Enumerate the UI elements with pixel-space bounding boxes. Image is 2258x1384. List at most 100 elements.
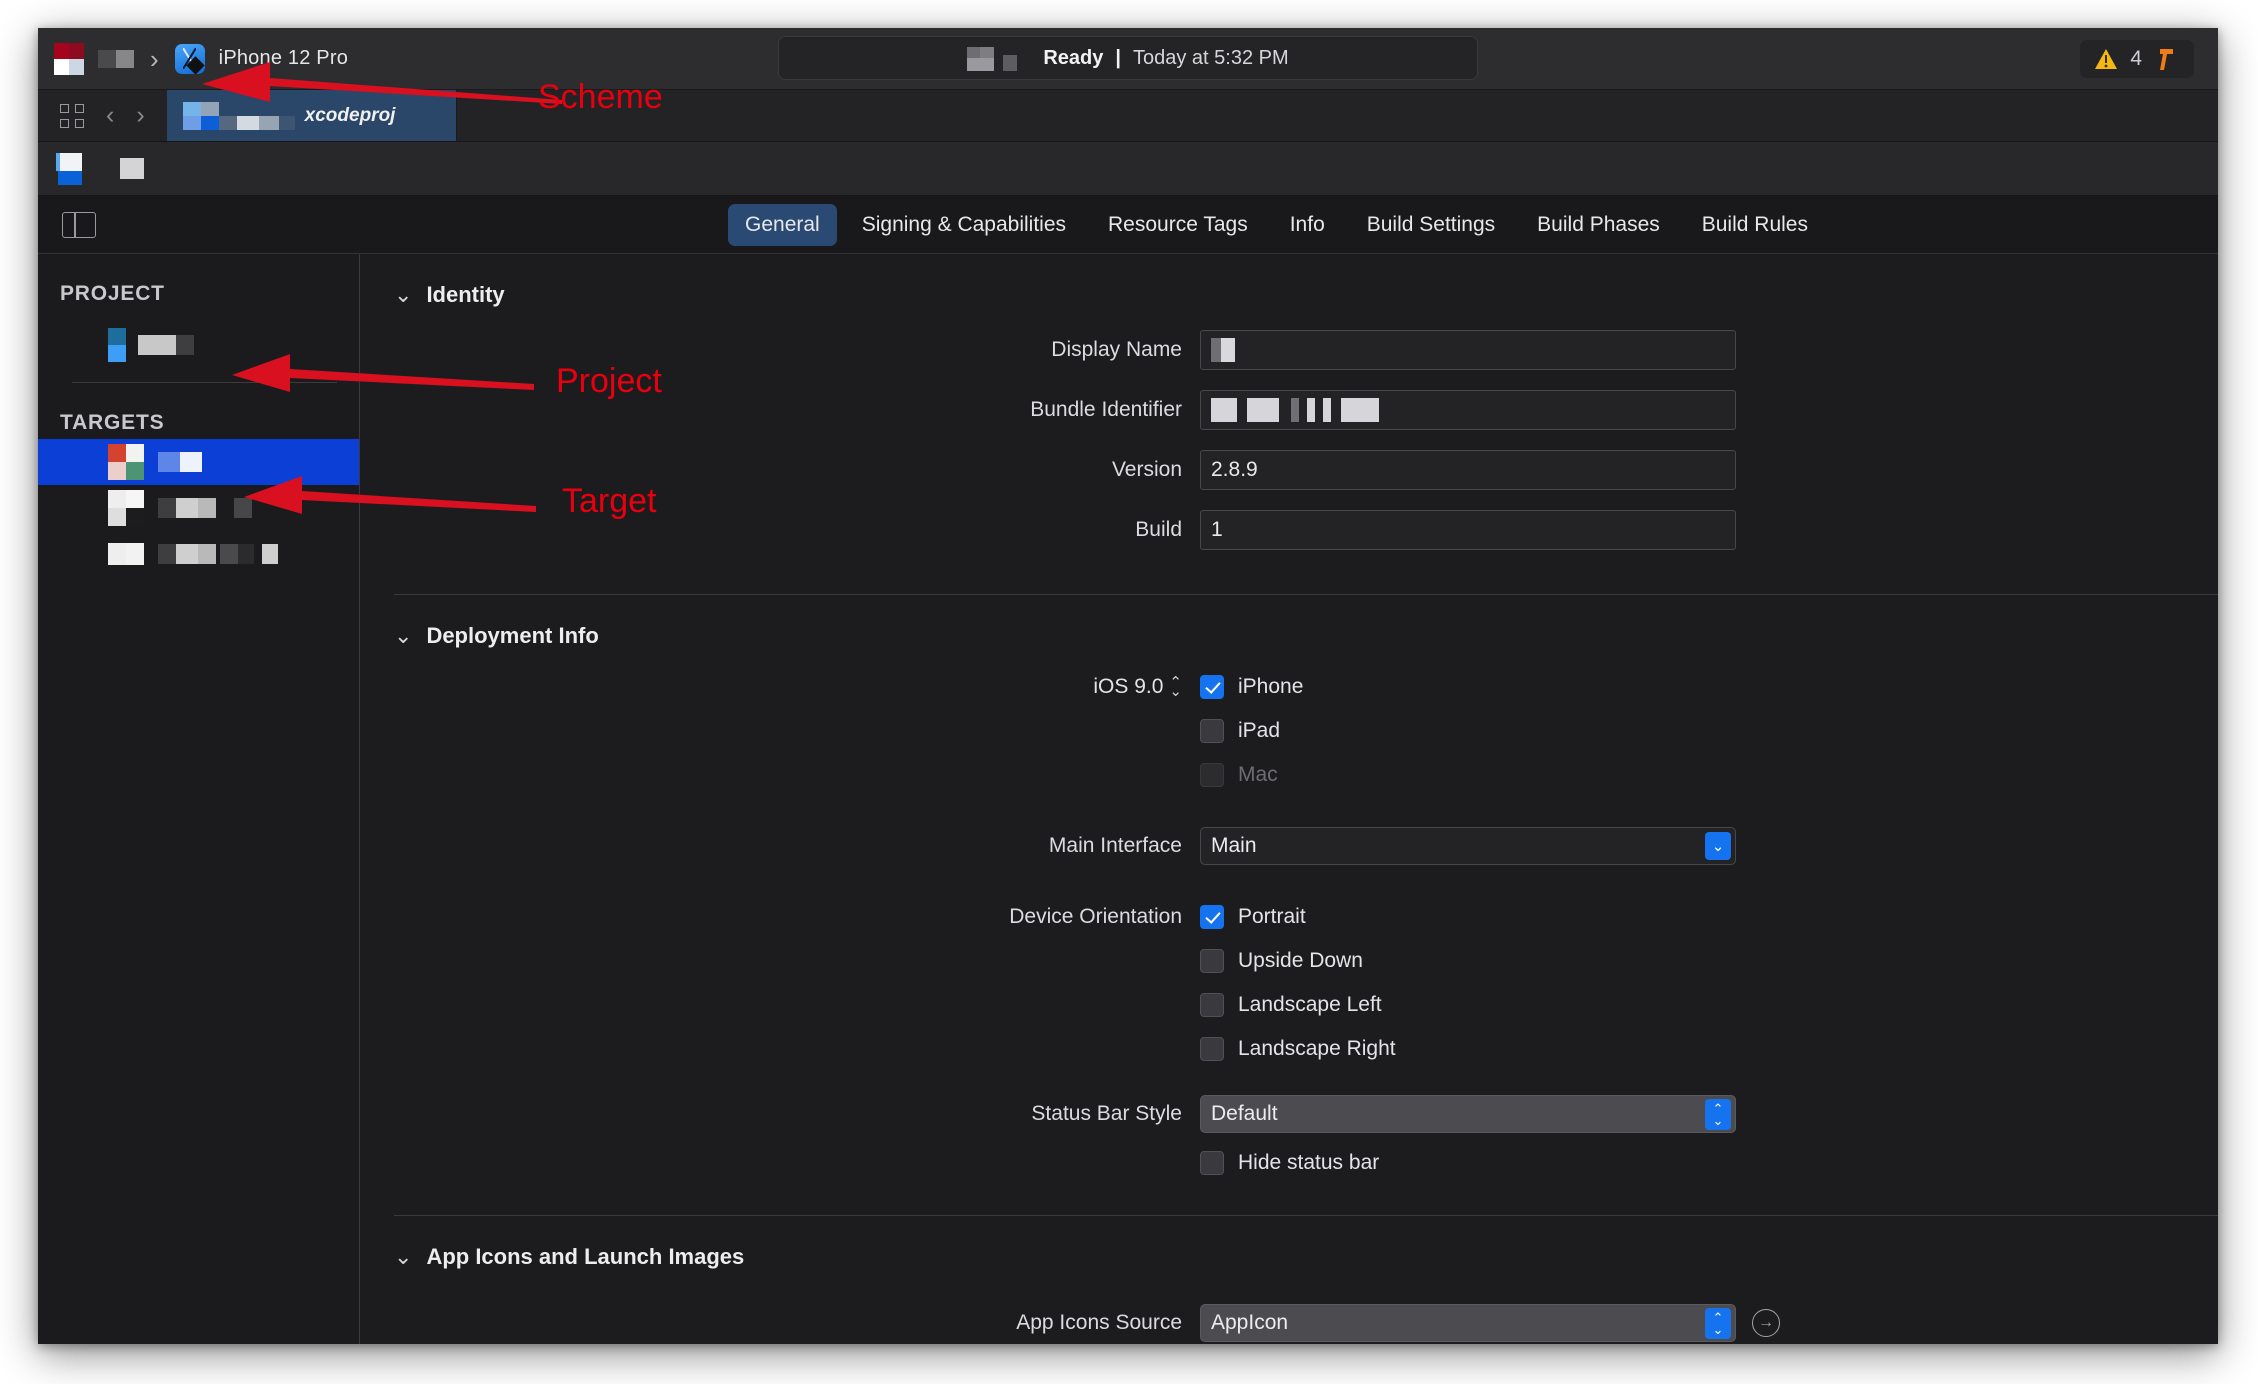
tab-overview-icon[interactable] <box>60 103 84 128</box>
tab-info[interactable]: Info <box>1273 204 1342 246</box>
status-bar[interactable]: Ready | Today at 5:32 PM <box>778 36 1478 80</box>
editor-split: PROJECT TARGETS ⌄ Identity Display Name … <box>38 254 2218 1344</box>
tab-general[interactable]: General <box>728 203 837 246</box>
deployment-target-stepper[interactable]: iOS 9.0 ⌃ ⌄ <box>1093 674 1182 699</box>
tab-signing-capabilities[interactable]: Signing & Capabilities <box>845 204 1083 246</box>
version-input[interactable]: 2.8.9 <box>1200 450 1736 490</box>
jump-bar-segment[interactable] <box>120 158 144 179</box>
deployment-info-section-header[interactable]: ⌄ Deployment Info <box>360 595 2218 649</box>
forward-chevron-icon[interactable]: › <box>136 103 144 128</box>
annotation-label-project: Project <box>556 362 662 400</box>
upside-down-label: Upside Down <box>1238 949 1363 972</box>
orientation-upside-down-row[interactable]: Upside Down <box>1200 949 1363 973</box>
landscape-left-checkbox[interactable] <box>1200 993 1224 1017</box>
device-iphone-row[interactable]: iPhone <box>1200 675 1303 699</box>
warning-triangle-icon[interactable] <box>2094 48 2118 70</box>
ipad-checkbox[interactable] <box>1200 719 1224 743</box>
bundle-identifier-value-redacted <box>1211 398 1411 422</box>
annotation-arrow-scheme <box>202 62 562 104</box>
deployment-disclosure-icon[interactable]: ⌄ <box>394 625 412 647</box>
app-icons-source-popup[interactable]: AppIcon ⌃ ⌄ <box>1200 1304 1736 1342</box>
deployment-target-stepper-wrap: iOS 9.0 ⌃ ⌄ <box>360 674 1200 699</box>
screenshot-root: › iPhone 12 Pro Ready | Today at 5:32 PM… <box>0 0 2258 1384</box>
general-pane: ⌄ Identity Display Name Bundle Identifie <box>360 254 2218 1344</box>
app-icons-disclosure-icon[interactable]: ⌄ <box>394 1246 412 1268</box>
app-icons-chevron-up-down-icon[interactable]: ⌃ ⌄ <box>1705 1308 1731 1339</box>
identity-title: Identity <box>426 282 505 307</box>
hide-status-bar-checkbox[interactable] <box>1200 1151 1224 1175</box>
target-3-name-redacted <box>158 544 278 564</box>
tab-resource-tags[interactable]: Resource Tags <box>1091 204 1265 246</box>
sidebar-toggle-icon[interactable] <box>62 211 96 238</box>
bundle-identifier-input[interactable] <box>1200 390 1736 430</box>
tab-bar-controls: ‹ › <box>38 90 167 141</box>
xcode-window: › iPhone 12 Pro Ready | Today at 5:32 PM… <box>38 28 2218 1344</box>
landscape-left-label: Landscape Left <box>1238 993 1382 1016</box>
jump-bar <box>38 142 2218 196</box>
app-icons-section-header[interactable]: ⌄ App Icons and Launch Images <box>360 1216 2218 1270</box>
field-row-orientation-portrait: Device Orientation Portrait <box>360 905 2218 929</box>
project-name-redacted <box>138 335 194 355</box>
main-interface-label: Main Interface <box>1048 834 1182 857</box>
orientation-landscape-right-row[interactable]: Landscape Right <box>1200 1037 1396 1061</box>
annotation-arrow-target <box>244 476 536 514</box>
project-editor-tabs: General Signing & Capabilities Resource … <box>728 203 1825 246</box>
run-button-icon[interactable] <box>54 42 84 75</box>
hide-status-bar-label: Hide status bar <box>1238 1151 1380 1174</box>
status-separator: | <box>1115 46 1121 69</box>
main-interface-popup[interactable]: Main ⌄ <box>1200 827 1736 865</box>
status-bar-style-popup[interactable]: Default ⌃ ⌄ <box>1200 1095 1736 1133</box>
annotation-arrow-project <box>232 354 534 392</box>
breadcrumb-separator: › <box>150 43 159 74</box>
deployment-target-value: iOS 9.0 <box>1093 675 1164 698</box>
chevron-up-down-icon[interactable]: ⌃ ⌄ <box>1705 1099 1731 1130</box>
back-chevron-icon[interactable]: ‹ <box>106 103 114 128</box>
annotation-label-target: Target <box>562 482 657 520</box>
field-row-orientation-landscape-left: Landscape Left <box>360 993 2218 1017</box>
identity-disclosure-icon[interactable]: ⌄ <box>394 284 412 306</box>
build-label: Build <box>1135 518 1182 541</box>
app-icons-source-label: App Icons Source <box>1016 1311 1182 1334</box>
portrait-checkbox[interactable] <box>1200 905 1224 929</box>
display-name-input[interactable] <box>1200 330 1736 370</box>
chevron-down-icon[interactable]: ⌄ <box>1705 832 1731 860</box>
device-mac-row: Mac <box>1200 763 1278 787</box>
project-section-header: PROJECT <box>60 282 165 305</box>
jump-bar-file-icon[interactable] <box>56 152 82 185</box>
hammer-icon[interactable] <box>2154 46 2180 72</box>
field-row-orientation-upside-down: Upside Down <box>360 949 2218 973</box>
field-row-hide-status-bar: Hide status bar <box>360 1151 2218 1175</box>
tab-build-phases[interactable]: Build Phases <box>1520 204 1677 246</box>
deployment-info-title: Deployment Info <box>426 623 599 648</box>
field-row-status-bar-style: Status Bar Style Default ⌃ ⌄ <box>360 1095 2218 1133</box>
orientation-portrait-row[interactable]: Portrait <box>1200 905 1306 929</box>
arrow-right-circle-icon[interactable]: → <box>1752 1309 1780 1337</box>
target-3-icon <box>108 543 144 565</box>
hide-status-bar-row[interactable]: Hide status bar <box>1200 1151 1379 1175</box>
bundle-identifier-label: Bundle Identifier <box>1030 398 1182 421</box>
sidebar-item-target-3[interactable] <box>38 531 359 577</box>
editor-tab-label: xcodeproj <box>304 104 396 126</box>
portrait-label: Portrait <box>1238 905 1306 928</box>
orientation-landscape-left-row[interactable]: Landscape Left <box>1200 993 1382 1017</box>
issues-group: 4 <box>2080 40 2194 78</box>
landscape-right-checkbox[interactable] <box>1200 1037 1224 1061</box>
build-input[interactable]: 1 <box>1200 510 1736 550</box>
mac-label: Mac <box>1238 763 1278 786</box>
device-ipad-row[interactable]: iPad <box>1200 719 1280 743</box>
tab-build-settings[interactable]: Build Settings <box>1350 204 1512 246</box>
field-row-device-mac: Mac <box>360 763 2218 787</box>
target-app-icon <box>108 444 144 480</box>
iphone-checkbox[interactable] <box>1200 675 1224 699</box>
field-row-deployment-target: iOS 9.0 ⌃ ⌄ iPhone <box>360 674 2218 699</box>
main-interface-value: Main <box>1211 834 1257 857</box>
stepper-arrows-icon[interactable]: ⌃ ⌄ <box>1169 674 1182 699</box>
deployment-fields: iOS 9.0 ⌃ ⌄ iPhone iPad Mac Main Interfa… <box>360 674 2218 1175</box>
tab-build-rules[interactable]: Build Rules <box>1685 204 1825 246</box>
stop-button-icon[interactable] <box>98 49 134 68</box>
status-bar-style-label: Status Bar Style <box>1031 1102 1182 1125</box>
field-row-main-interface: Main Interface Main ⌄ <box>360 827 2218 865</box>
field-row-orientation-landscape-right: Landscape Right <box>360 1037 2218 1061</box>
upside-down-checkbox[interactable] <box>1200 949 1224 973</box>
identity-section-header[interactable]: ⌄ Identity <box>360 254 2218 308</box>
